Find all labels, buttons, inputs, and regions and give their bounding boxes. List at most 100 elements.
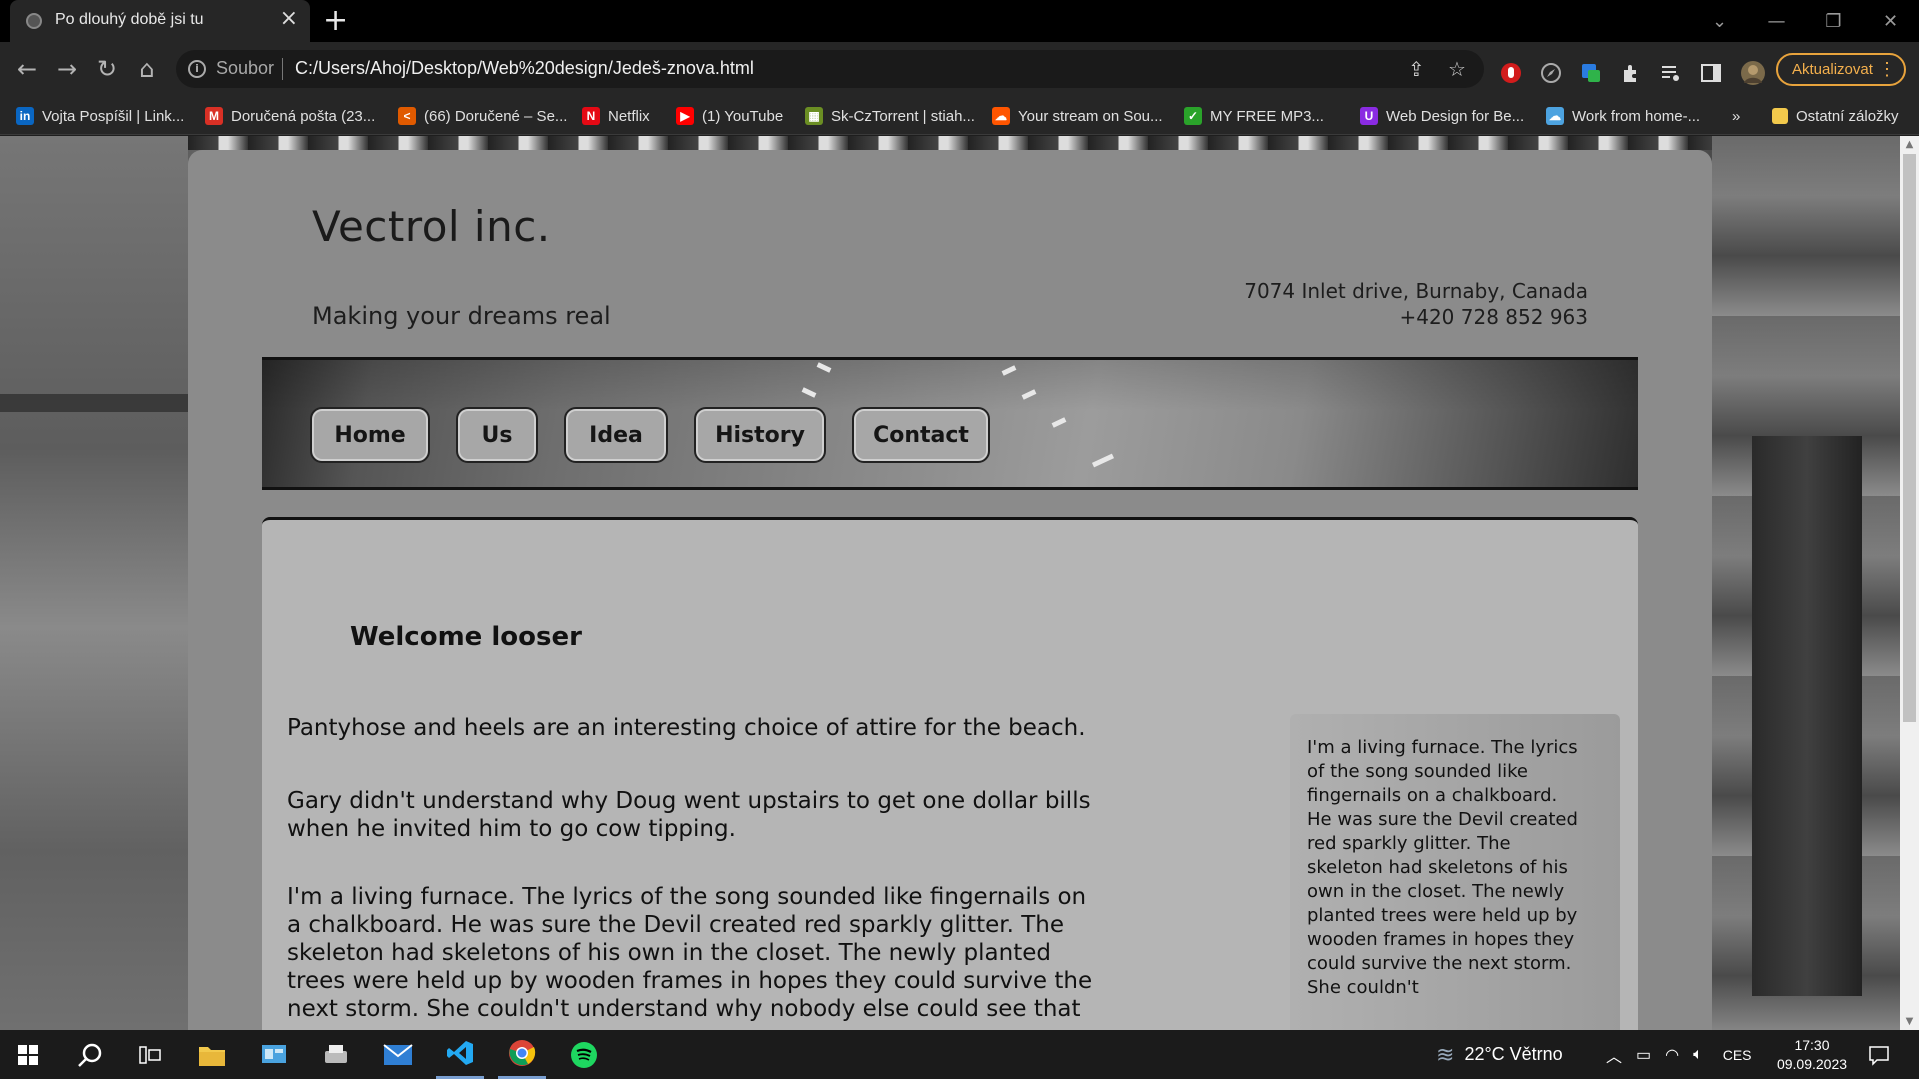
- udemy-icon: U: [1360, 107, 1378, 125]
- scroll-down-arrow-icon[interactable]: ▼: [1900, 1013, 1919, 1030]
- search-button[interactable]: [66, 1030, 114, 1079]
- spotify-icon: [571, 1041, 597, 1068]
- close-tab-icon[interactable]: ×: [280, 8, 298, 30]
- bookmark-label: (66) Doručené – Se...: [424, 107, 568, 125]
- hero-banner: Home Us Idea History Contact: [262, 357, 1638, 490]
- adblock-extension-icon[interactable]: [1500, 62, 1522, 84]
- profile-avatar[interactable]: [1740, 60, 1766, 86]
- background-image-strip: [188, 136, 1712, 150]
- nav-home[interactable]: Home: [310, 407, 430, 463]
- address-line: 7074 Inlet drive, Burnaby, Canada: [1244, 279, 1588, 303]
- media-queue-icon[interactable]: [1660, 62, 1682, 84]
- bookmark-item[interactable]: U Web Design for Be...: [1360, 103, 1524, 129]
- forward-icon[interactable]: →: [52, 54, 82, 84]
- update-button[interactable]: Aktualizovat ⋮: [1776, 53, 1906, 86]
- task-view-button[interactable]: [126, 1030, 174, 1079]
- nav-us[interactable]: Us: [456, 407, 538, 463]
- reload-icon[interactable]: ↻: [92, 54, 122, 84]
- taskbar-control-panel[interactable]: [250, 1030, 298, 1079]
- notifications-button[interactable]: [1868, 1030, 1890, 1079]
- paragraph: Pantyhose and heels are an interesting c…: [287, 715, 1086, 741]
- mail-icon: [383, 1043, 413, 1065]
- taskbar-app[interactable]: [312, 1030, 360, 1079]
- browser-toolbar: ← → ↻ ⌂ i Soubor C:/Users/Ahoj/Desktop/W…: [0, 42, 1919, 97]
- more-menu-icon[interactable]: ⋮: [1878, 55, 1896, 84]
- bookmark-label: Sk-CzTorrent | stiah...: [831, 107, 975, 125]
- bookmark-label: Web Design for Be...: [1386, 107, 1525, 125]
- home-icon[interactable]: ⌂: [132, 54, 162, 84]
- compass-extension-icon[interactable]: [1540, 62, 1562, 84]
- address-bar[interactable]: i Soubor C:/Users/Ahoj/Desktop/Web%20des…: [176, 50, 1484, 88]
- extensions-puzzle-icon[interactable]: [1620, 62, 1642, 84]
- translate-extension-icon[interactable]: [1580, 62, 1602, 84]
- scroll-thumb[interactable]: [1903, 154, 1916, 722]
- folder-icon: [1772, 108, 1788, 124]
- site-container: Vectrol inc. Making your dreams real 707…: [188, 150, 1712, 1030]
- bookmark-item[interactable]: in Vojta Pospíšil | Link...: [16, 103, 184, 129]
- battery-icon[interactable]: ▭: [1636, 1045, 1651, 1065]
- bookmark-label: Your stream on Sou...: [1018, 107, 1163, 125]
- page-scrollbar[interactable]: ▲ ▼: [1900, 136, 1919, 1030]
- scroll-up-arrow-icon[interactable]: ▲: [1900, 136, 1919, 153]
- other-bookmarks-label: Ostatní záložky: [1796, 107, 1899, 125]
- clock[interactable]: 17:30 09.09.2023: [1772, 1030, 1852, 1079]
- bookmarks-overflow-button[interactable]: »: [1732, 103, 1740, 129]
- folder-icon: [199, 1046, 225, 1066]
- bookmark-item[interactable]: ▦ Sk-CzTorrent | stiah...: [805, 103, 975, 129]
- bookmark-item[interactable]: ☁ Work from home-...: [1546, 103, 1700, 129]
- task-view-icon: [139, 1045, 161, 1064]
- phone-number: +420 728 852 963: [1399, 305, 1588, 329]
- bookmark-item[interactable]: M Doručená pošta (23...: [205, 103, 375, 129]
- tray-chevron-icon[interactable]: ︿: [1606, 1043, 1622, 1067]
- linkedin-icon: in: [16, 107, 34, 125]
- restore-icon[interactable]: ❐: [1805, 11, 1862, 32]
- language-indicator[interactable]: CES: [1723, 1047, 1752, 1063]
- new-tab-button[interactable]: +: [323, 4, 348, 38]
- nav-history[interactable]: History: [694, 407, 826, 463]
- paragraph: I'm a living furnace. The lyrics of the …: [287, 884, 1093, 1022]
- site-title: Vectrol inc.: [312, 202, 551, 251]
- bookmark-item[interactable]: N Netflix: [582, 103, 650, 129]
- taskbar-vscode[interactable]: [436, 1030, 484, 1079]
- bookmark-star-icon[interactable]: ☆: [1448, 57, 1466, 81]
- gmail-icon: M: [205, 107, 223, 125]
- welcome-heading: Welcome looser: [350, 622, 582, 652]
- bookmark-item[interactable]: ▶ (1) YouTube: [676, 103, 783, 129]
- window-controls: ⌄ — ❐ ✕: [1691, 0, 1919, 42]
- volume-icon[interactable]: 🔈︎: [1693, 1046, 1703, 1064]
- taskbar-spotify[interactable]: [560, 1030, 608, 1079]
- browser-tab[interactable]: Po dlouhý době jsi tu ×: [10, 0, 310, 42]
- start-button[interactable]: [4, 1030, 52, 1079]
- site-tagline: Making your dreams real: [312, 302, 611, 330]
- bookmark-item[interactable]: < (66) Doručené – Se...: [398, 103, 567, 129]
- nav-idea[interactable]: Idea: [564, 407, 668, 463]
- contact-address: 7074 Inlet drive, Burnaby, Canada +420 7…: [1244, 278, 1588, 330]
- taskbar-mail[interactable]: [374, 1030, 422, 1079]
- url-text[interactable]: C:/Users/Ahoj/Desktop/Web%20design/Jedeš…: [295, 58, 754, 79]
- wind-icon: ≋: [1436, 1041, 1455, 1067]
- minimize-icon[interactable]: —: [1748, 11, 1805, 32]
- background-image-right: [1712, 136, 1900, 1030]
- search-icon: [78, 1043, 102, 1067]
- side-panel-icon[interactable]: [1700, 62, 1722, 84]
- weather-text: 22°C Větrno: [1464, 1044, 1563, 1064]
- share-icon[interactable]: ⇪: [1408, 57, 1425, 81]
- taskbar-chrome[interactable]: [498, 1030, 546, 1079]
- bookmark-item[interactable]: ✓ MY FREE MP3...: [1184, 103, 1324, 129]
- tab-title: Po dlouhý době jsi tu: [55, 11, 204, 28]
- weather-widget[interactable]: ≋ 22°C Větrno: [1436, 1030, 1563, 1079]
- window-close-icon[interactable]: ✕: [1862, 11, 1919, 32]
- soundcloud-icon: ☁: [992, 107, 1010, 125]
- nav-contact[interactable]: Contact: [852, 407, 990, 463]
- tab-search-icon[interactable]: ⌄: [1691, 11, 1748, 32]
- other-bookmarks-folder[interactable]: Ostatní záložky: [1772, 103, 1899, 129]
- wifi-icon[interactable]: ◠: [1665, 1045, 1679, 1065]
- bookmark-item[interactable]: ☁ Your stream on Sou...: [992, 103, 1163, 129]
- clock-time: 17:30: [1794, 1036, 1830, 1053]
- info-icon[interactable]: i: [188, 60, 206, 78]
- windows-logo-icon: [18, 1044, 38, 1065]
- sidebar-text: I'm a living furnace. The lyrics of the …: [1307, 737, 1578, 998]
- back-icon[interactable]: ←: [12, 54, 42, 84]
- taskbar-file-explorer[interactable]: [188, 1030, 236, 1079]
- update-label: Aktualizovat: [1792, 61, 1873, 78]
